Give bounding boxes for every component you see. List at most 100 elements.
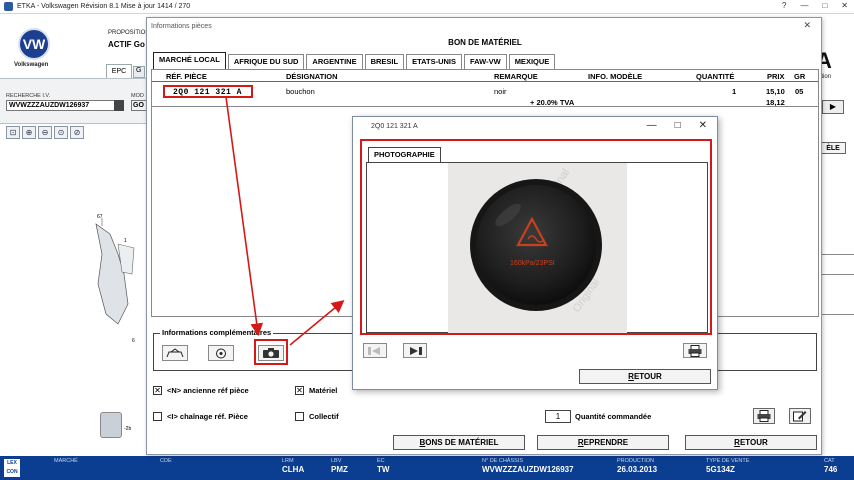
diagram-label-1: 1 — [124, 238, 127, 244]
disc-icon — [216, 348, 226, 358]
tab-argentine[interactable]: ARGENTINE — [306, 54, 363, 69]
col-prix: PRIX — [767, 72, 785, 81]
gr-value: 05 — [795, 87, 804, 96]
status-chassis: N° DE CHÂSSIS WVWZZZAUZDW126937 — [482, 458, 574, 474]
vin-dropdown-button[interactable] — [114, 100, 124, 111]
checkbox-ancienne-box[interactable]: ✕ — [153, 386, 162, 395]
photo-retour-button[interactable]: RETOUR — [579, 369, 711, 384]
zoom-toolbar: ⊡ ⊕ ⊖ ⊙ ⊘ — [6, 126, 84, 139]
checkbox-collectif-box[interactable] — [295, 412, 304, 421]
model-field[interactable]: GO — [131, 100, 147, 111]
status-bar: LEX CON MARCHÉ CDE LRM CLHA LBV PMZ EC TW N… — [0, 456, 854, 480]
cap-marking-text: 160kPa/23PSI — [510, 260, 555, 267]
status-production: PRODUCTION 26.03.2013 — [617, 458, 658, 474]
help-button[interactable]: ? — [782, 1, 786, 10]
brand-label: Volkswagen — [14, 62, 49, 68]
checkbox-collectif[interactable]: Collectif — [295, 412, 339, 421]
tab-g[interactable]: G — [133, 66, 145, 78]
diagram-label-67: 67 — [97, 214, 103, 220]
print-button[interactable] — [753, 408, 775, 424]
photo-window: 2Q0 121 321 A — □ ✕ PHOTOGRAPHIE Origina… — [352, 116, 718, 390]
remarque-value: noir — [494, 87, 507, 96]
col-quantite: QUANTITÉ — [696, 72, 735, 81]
photo-minimize-button[interactable]: — — [647, 120, 657, 131]
designation-value: bouchon — [286, 87, 315, 96]
status-cat: CAT 746 — [824, 458, 838, 474]
status-type-vente: TYPE DE VENTE 5G134Z — [706, 458, 750, 474]
info-window-titlebar: Informations pièces ✕ — [147, 18, 821, 34]
lexcom-logo: LEX CON — [4, 459, 20, 477]
tab-marche-local[interactable]: MARCHÉ LOCAL — [153, 52, 226, 69]
status-ec: EC TW — [377, 458, 390, 474]
retour-button[interactable]: RETOUR — [685, 435, 817, 450]
vehicle-info-button[interactable] — [162, 345, 188, 361]
reprendre-button[interactable]: REPRENDRE — [537, 435, 669, 450]
close-button[interactable]: ✕ — [841, 1, 848, 10]
maximize-button[interactable]: □ — [822, 1, 827, 10]
tab-faw-vw[interactable]: FAW-VW — [464, 54, 507, 69]
ref-piece-highlight[interactable]: 2Q0 121 321 A — [163, 85, 253, 98]
row-divider — [152, 106, 818, 107]
table-header: RÉF. PIÈCE DÉSIGNATION REMARQUE INFO. MO… — [152, 70, 818, 82]
status-marche: MARCHÉ — [54, 458, 78, 464]
accessories-button[interactable] — [208, 345, 234, 361]
photo-maximize-button[interactable]: □ — [675, 120, 681, 131]
quantity-label: Quantité commandée — [575, 412, 652, 421]
parts-diagram: 67 1 6 — [95, 214, 135, 344]
checkbox-ancienne-label: <N> ancienne réf pièce — [167, 386, 249, 395]
main-title-bar: ETKA - Volkswagen Révision 8.1 Mise à jo… — [0, 0, 854, 14]
photo-window-title: 2Q0 121 321 A — [371, 123, 418, 130]
prix-value: 15,10 — [766, 87, 785, 96]
status-cde: CDE — [160, 458, 172, 464]
photo-prev-button[interactable] — [363, 343, 387, 358]
col-designation: DÉSIGNATION — [286, 72, 338, 81]
col-gr: GR — [794, 72, 806, 81]
proposition-label: PROPOSITION — [108, 30, 150, 36]
photo-panel: Original Original 160kPa/23PSI — [366, 162, 708, 333]
tab-afrique-du-sud[interactable]: AFRIQUE DU SUD — [227, 54, 305, 69]
zoom-in-icon[interactable]: ⊕ — [22, 126, 36, 139]
vw-logo-icon: VW — [18, 28, 50, 60]
photo-button[interactable] — [258, 345, 284, 361]
right-model-button[interactable]: ÈLE — [820, 142, 846, 154]
photo-frame-highlight: PHOTOGRAPHIE Original Original — [360, 139, 712, 335]
minimize-button[interactable]: — — [800, 1, 808, 10]
bons-de-materiel-button[interactable]: BONS DE MATÉRIEL — [393, 435, 525, 450]
tab-photographie[interactable]: PHOTOGRAPHIE — [368, 147, 441, 162]
checkbox-collectif-label: Collectif — [309, 412, 339, 421]
quantite-value: 1 — [732, 87, 737, 96]
bon-de-materiel-heading: BON DE MATÉRIEL — [448, 38, 522, 47]
checkbox-ancienne-ref[interactable]: ✕ <N> ancienne réf pièce — [153, 386, 249, 395]
vin-field[interactable]: WVWZZZAUZDW126937 — [6, 100, 116, 111]
ref-piece-value: 2Q0 121 321 A — [173, 88, 242, 97]
market-tabs: MARCHÉ LOCAL AFRIQUE DU SUD ARGENTINE BR… — [153, 52, 556, 69]
zoom-area-icon[interactable]: ⊙ — [54, 126, 68, 139]
info-window-close-button[interactable]: ✕ — [803, 20, 811, 31]
zoom-reset-icon[interactable]: ⊘ — [70, 126, 84, 139]
coolant-cap-image: Original Original 160kPa/23PSI — [448, 163, 627, 333]
checkbox-materiel[interactable]: ✕ Matériel — [295, 386, 337, 395]
tab-mexique[interactable]: MEXIQUE — [508, 54, 556, 69]
col-remarque: REMARQUE — [494, 72, 538, 81]
edit-button[interactable] — [789, 408, 811, 424]
photo-close-button[interactable]: ✕ — [699, 120, 707, 131]
tab-etats-unis[interactable]: ETATS-UNIS — [406, 54, 462, 69]
cap-photo: Original Original 160kPa/23PSI — [448, 163, 627, 333]
tab-epc[interactable]: EPC — [106, 64, 132, 78]
tab-bresil[interactable]: BRESIL — [364, 54, 405, 69]
right-arrow-button[interactable]: ▶ — [822, 100, 844, 114]
photo-print-button[interactable] — [683, 343, 707, 358]
col-info-modele: INFO. MODÈLE — [588, 72, 643, 81]
photo-next-button[interactable] — [403, 343, 427, 358]
zoom-out-icon[interactable]: ⊖ — [38, 126, 52, 139]
checkbox-materiel-box[interactable]: ✕ — [295, 386, 304, 395]
vehicle-icon — [166, 347, 184, 357]
status-lrm: LRM CLHA — [282, 458, 305, 474]
zoom-fit-icon[interactable]: ⊡ — [6, 126, 20, 139]
checkbox-chainage-box[interactable] — [153, 412, 162, 421]
checkbox-chainage[interactable]: <I> chaînage réf. Pièce — [153, 412, 248, 421]
camera-icon — [263, 348, 279, 358]
quantity-input[interactable]: 1 — [545, 410, 571, 423]
checkbox-materiel-label: Matériel — [309, 386, 338, 395]
next-icon — [410, 346, 422, 355]
